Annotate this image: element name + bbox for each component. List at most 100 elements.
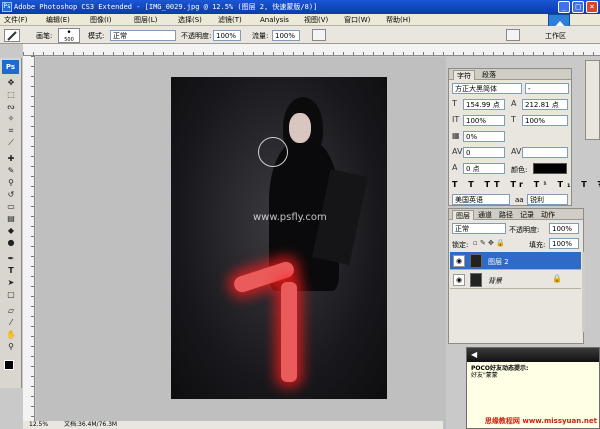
blend-mode-select[interactable]: 正常	[452, 223, 506, 234]
gradient-tool-icon[interactable]: ▤	[5, 214, 17, 224]
blur-tool-icon[interactable]: ◆	[5, 226, 17, 236]
slice-tool-icon[interactable]: ⟋	[5, 138, 17, 148]
type-tool-icon[interactable]: T	[5, 266, 17, 276]
collapsed-panel-strip[interactable]	[585, 60, 600, 140]
move-tool-icon[interactable]: ✥	[5, 78, 17, 88]
superscript-button[interactable]: T¹	[534, 180, 551, 189]
clone-stamp-tool-icon[interactable]: ⚲	[5, 178, 17, 188]
marquee-tool-icon[interactable]: ⬚	[5, 90, 17, 100]
minimize-button[interactable]: _	[558, 1, 570, 13]
font-size-input[interactable]: 154.99 点	[463, 99, 505, 110]
lasso-tool-icon[interactable]: ᔓ	[5, 102, 17, 112]
eye-icon[interactable]: ◉	[453, 274, 465, 286]
brush-picker[interactable]: • 500	[58, 28, 80, 43]
tsume-input[interactable]: 0%	[463, 131, 505, 142]
anti-alias-select[interactable]: 锐利	[527, 194, 568, 205]
tsume-icon: ▦	[452, 131, 460, 140]
vertical-scale-input[interactable]: 100%	[463, 115, 505, 126]
tracking-input[interactable]	[522, 147, 568, 158]
notes-tool-icon[interactable]: ▱	[5, 306, 17, 316]
tab-history[interactable]: 记录	[517, 210, 537, 220]
menu-layer[interactable]: 图层(L)	[134, 14, 157, 26]
layer-row[interactable]: ◉ 图层 2	[450, 252, 581, 270]
pen-tool-icon[interactable]: ✒	[5, 254, 17, 264]
brush-tool-icon[interactable]: ✎	[5, 166, 17, 176]
menu-image[interactable]: 图像(I)	[90, 14, 112, 26]
all-caps-button[interactable]: TT	[485, 180, 504, 189]
airbrush-icon[interactable]	[312, 29, 326, 41]
history-brush-tool-icon[interactable]: ↺	[5, 190, 17, 200]
eye-icon[interactable]: ◉	[453, 255, 465, 267]
vertical-ruler[interactable]	[23, 56, 35, 428]
magic-wand-tool-icon[interactable]: ✧	[5, 114, 17, 124]
shape-tool-icon[interactable]: ▢	[5, 290, 17, 300]
dodge-tool-icon[interactable]: ●	[5, 238, 17, 248]
menu-help[interactable]: 帮助(H)	[386, 14, 411, 26]
poco-notification-popup[interactable]: ◀ POCO好友动态提示: 好友"蒙蒙 思缘教程网 www.missyuan.n…	[466, 347, 600, 429]
kerning-input[interactable]: 0	[463, 147, 505, 158]
font-style-select[interactable]: -	[525, 83, 569, 94]
eyedropper-tool-icon[interactable]: ⁄	[5, 318, 17, 328]
layer-row[interactable]: ◉ 背景 🔒	[450, 271, 581, 289]
foreground-color-swatch[interactable]	[4, 360, 14, 370]
lock-icons[interactable]: ▫ ✎ ✥ 🔒	[473, 238, 505, 248]
subscript-button[interactable]: T₁	[558, 180, 575, 189]
faux-bold-button[interactable]: T	[452, 180, 461, 189]
tab-paragraph[interactable]: 段落	[479, 70, 499, 80]
popup-body[interactable]: 好友"蒙蒙	[471, 372, 597, 380]
lock-label: 锁定:	[452, 241, 469, 249]
zoom-level[interactable]: 12.5%	[29, 421, 48, 428]
text-color-swatch[interactable]	[533, 163, 567, 174]
layers-panel-tabs: 图层 通道 路径 记录 动作	[449, 209, 583, 220]
palette-well-icon[interactable]	[506, 29, 520, 41]
path-selection-tool-icon[interactable]: ➤	[5, 278, 17, 288]
type-style-buttons[interactable]: T T TT Tr T¹ T₁ T Ŧ	[452, 180, 600, 190]
document-image[interactable]: www.psfly.com	[171, 77, 387, 399]
language-select[interactable]: 美国英语	[452, 194, 510, 205]
menu-analysis[interactable]: Analysis	[260, 14, 289, 26]
horizontal-ruler[interactable]	[23, 44, 600, 56]
crop-tool-icon[interactable]: ⌗	[5, 126, 17, 136]
hand-tool-icon[interactable]: ✋	[5, 330, 17, 340]
layer-opacity-input[interactable]: 100%	[549, 223, 579, 234]
opacity-input[interactable]: 100%	[213, 30, 241, 41]
tab-actions[interactable]: 动作	[538, 210, 558, 220]
underline-button[interactable]: T	[581, 180, 590, 189]
layer-name[interactable]: 背景	[488, 276, 502, 286]
tab-paths[interactable]: 路径	[496, 210, 516, 220]
baseline-input[interactable]: 0 点	[463, 163, 505, 174]
menu-select[interactable]: 选择(S)	[178, 14, 202, 26]
small-caps-button[interactable]: Tr	[510, 180, 527, 189]
menu-file[interactable]: 文件(F)	[4, 14, 28, 26]
layers-scrollbar[interactable]	[582, 252, 585, 332]
speaker-icon: ◀	[471, 350, 478, 359]
flow-input[interactable]: 100%	[272, 30, 300, 41]
horizontal-scale-input[interactable]: 100%	[522, 115, 568, 126]
leading-input[interactable]: 212.81 点	[522, 99, 568, 110]
layer-name[interactable]: 图层 2	[488, 257, 509, 267]
brush-size: 500	[64, 37, 74, 43]
workspace-label[interactable]: 工作区	[545, 31, 566, 41]
healing-brush-tool-icon[interactable]: ✚	[5, 154, 17, 164]
title-bar: Ps Adobe Photoshop CS3 Extended - [IMG_0…	[0, 0, 600, 14]
faux-italic-button[interactable]: T	[468, 180, 477, 189]
mode-select[interactable]: 正常	[110, 30, 176, 41]
close-button[interactable]: ×	[586, 1, 598, 13]
character-panel-tabs: 字符 段落	[449, 69, 571, 80]
popup-header: ◀	[467, 348, 599, 362]
menu-filter[interactable]: 滤镜(T)	[218, 14, 242, 26]
tab-channels[interactable]: 通道	[475, 210, 495, 220]
fill-label: 填充:	[529, 241, 546, 249]
menu-edit[interactable]: 编辑(E)	[46, 14, 70, 26]
maximize-button[interactable]: □	[572, 1, 584, 13]
zoom-tool-icon[interactable]: ⚲	[5, 342, 17, 352]
menu-view[interactable]: 视图(V)	[304, 14, 328, 26]
font-family-select[interactable]: 方正大黑简体	[452, 83, 522, 94]
brush-tool-preset-icon[interactable]	[4, 29, 20, 42]
tab-character[interactable]: 字符	[453, 70, 475, 80]
tab-layers[interactable]: 图层	[452, 210, 474, 220]
fill-input[interactable]: 100%	[549, 238, 579, 249]
menu-window[interactable]: 窗口(W)	[344, 14, 370, 26]
character-panel: 字符 段落 方正大黑简体 - T 154.99 点 A 212.81 点 IT …	[448, 68, 600, 206]
eraser-tool-icon[interactable]: ▭	[5, 202, 17, 212]
